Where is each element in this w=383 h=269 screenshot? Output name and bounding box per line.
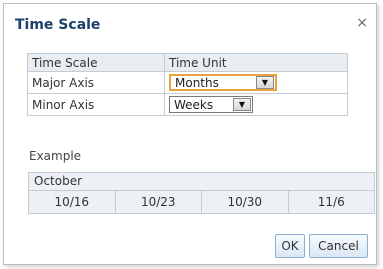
example-minor-row: 10/16 10/23 10/30 11/6: [29, 191, 374, 213]
time-scale-table: Time Scale Time Unit Major Axis Months ▼…: [27, 53, 348, 116]
example-minor-cell: 10/16: [29, 191, 116, 213]
example-preview: October 10/16 10/23 10/30 11/6: [28, 172, 375, 214]
minor-axis-unit-select[interactable]: Weeks ▼: [169, 96, 253, 113]
example-minor-cell: 10/30: [202, 191, 289, 213]
table-row: Major Axis Months ▼: [27, 71, 348, 94]
time-scale-dialog: Time Scale × Time Scale Time Unit Major …: [3, 3, 377, 265]
column-header-time-scale: Time Scale: [27, 53, 165, 72]
chevron-down-icon[interactable]: ▼: [256, 76, 274, 89]
major-axis-cell: Months ▼: [164, 71, 348, 94]
chevron-down-icon[interactable]: ▼: [233, 98, 251, 111]
table-row: Minor Axis Weeks ▼: [27, 93, 348, 116]
table-header-row: Time Scale Time Unit: [27, 53, 348, 72]
minor-axis-cell: Weeks ▼: [164, 93, 348, 116]
dialog-title: Time Scale: [15, 17, 101, 33]
close-icon[interactable]: ×: [356, 15, 368, 31]
example-major-label: October: [29, 173, 374, 191]
example-label: Example: [29, 149, 82, 163]
minor-axis-unit-value: Weeks: [174, 97, 214, 112]
example-minor-cell: 10/23: [116, 191, 202, 213]
ok-button[interactable]: OK: [275, 234, 305, 258]
major-axis-unit-select[interactable]: Months ▼: [169, 74, 277, 91]
row-label-minor-axis: Minor Axis: [27, 93, 165, 116]
major-axis-unit-value: Months: [175, 75, 219, 90]
row-label-major-axis: Major Axis: [27, 71, 165, 94]
cancel-button[interactable]: Cancel: [309, 234, 368, 258]
example-minor-cell: 11/6: [317, 195, 345, 209]
column-header-time-unit: Time Unit: [164, 53, 348, 72]
